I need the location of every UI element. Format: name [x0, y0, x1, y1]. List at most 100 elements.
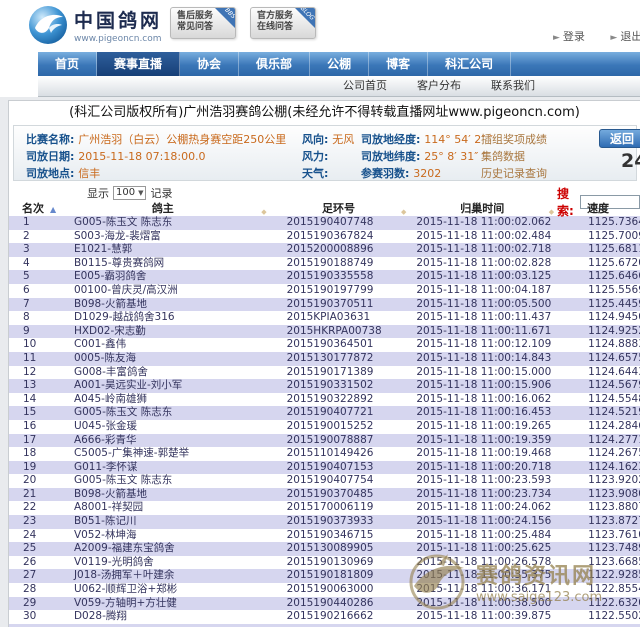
nav-item-公棚[interactable]: 公棚: [310, 52, 369, 76]
nav-item-科汇公司[interactable]: 科汇公司: [428, 52, 511, 76]
return-time-cell: 2015-11-18 11:00:23.593: [408, 474, 556, 488]
speed-cell: 1124.1623: [556, 461, 640, 475]
speed-cell: 1124.9450: [556, 311, 640, 325]
rank-cell: 29: [9, 597, 57, 611]
info-field: 司放地经度: 114° 54′ 2″ ″: [361, 131, 493, 147]
nav-item-赛事直播[interactable]: 赛事直播: [97, 52, 180, 76]
rank-cell: 5: [9, 270, 57, 284]
site-logo[interactable]: 中国鸽网 www.pigeoncn.com: [28, 5, 162, 45]
table-row: 26V0119-光明鸽舍20151901309692015-11-18 11:0…: [9, 556, 640, 570]
ring-number-cell: 2015190078887: [269, 434, 409, 448]
speed-cell: 1125.5569: [556, 284, 640, 298]
return-time-cell: 2015-11-18 11:00:12.109: [408, 338, 556, 352]
official-service-badge[interactable]: 官方服务 在线问答 BLOG: [250, 7, 316, 39]
info-value: 3202: [413, 167, 441, 180]
results-table-header: 名次▲ 鸽主◆ 足环号◆ 归巢时间◆ 速度: [9, 201, 640, 216]
after-sales-service-badge[interactable]: 售后服务 常见问答 BBS: [170, 7, 236, 39]
ring-number-cell: 2015190322892: [269, 393, 409, 407]
speed-cell: 1122.8554: [556, 583, 640, 597]
info-link-插组奖项成绩[interactable]: 插组奖项成绩: [481, 131, 547, 147]
subnav-item-联系我们[interactable]: 联系我们: [491, 76, 535, 96]
rank-cell: 17: [9, 434, 57, 448]
table-row: 3E1021-慧郭20152000088962015-11-18 11:00:0…: [9, 243, 640, 257]
ring-number-cell: 2015HKRPA00738: [269, 325, 409, 339]
table-row: 19G011-李怀谋20151904071532015-11-18 11:00:…: [9, 461, 640, 475]
speed-cell: 1124.2846: [556, 420, 640, 434]
ring-number-cell: 2015190130969: [269, 556, 409, 570]
chevron-down-icon: ▼: [138, 189, 143, 197]
info-link-历史记录查询[interactable]: 历史记录查询: [481, 165, 547, 181]
nav-item-首页[interactable]: 首页: [38, 52, 97, 76]
nav-item-俱乐部[interactable]: 俱乐部: [239, 52, 310, 76]
sort-icon: ◆: [401, 205, 406, 216]
table-row: 4B0115-尊贵赛鸽网20151901887492015-11-18 11:0…: [9, 257, 640, 271]
speed-cell: 1124.6443: [556, 366, 640, 380]
page-size-select[interactable]: 100▼: [113, 186, 146, 200]
table-row: 12G008-丰富鸽舍20151901713892015-11-18 11:00…: [9, 366, 640, 380]
table-row: 22A8001-祥契园20151700061192015-11-18 11:00…: [9, 501, 640, 515]
ring-number-cell: 2015190370511: [269, 298, 409, 312]
return-time-cell: 2015-11-18 11:00:19.359: [408, 434, 556, 448]
owner-cell: C001-鑫伟: [57, 338, 269, 352]
site-url: www.pigeoncn.com: [74, 34, 162, 44]
table-row: 18C5005-广集神速-郭楚举20151101494262015-11-18 …: [9, 447, 640, 461]
column-header-rank[interactable]: 名次▲: [9, 201, 57, 216]
subnav-item-公司首页[interactable]: 公司首页: [343, 76, 387, 96]
back-button[interactable]: 返回: [599, 129, 640, 148]
speed-cell: 1125.4459: [556, 298, 640, 312]
rank-cell: 2: [9, 230, 57, 244]
rank-cell: 25: [9, 542, 57, 556]
nav-item-协会[interactable]: 协会: [180, 52, 239, 76]
speed-cell: 1123.9202: [556, 474, 640, 488]
speed-cell: 1122.5502: [556, 610, 640, 624]
column-header-speed[interactable]: 速度: [556, 201, 640, 216]
info-link-集鸽数据[interactable]: 集鸽数据: [481, 148, 525, 164]
owner-cell: U062-顺辉卫浴+郑彬: [57, 583, 269, 597]
arrow-icon: ►: [610, 33, 617, 43]
rank-cell: 30: [9, 610, 57, 624]
table-row: 8D1029-越战鸽舍3162015KPIA036312015-11-18 11…: [9, 311, 640, 325]
rank-cell: 27: [9, 569, 57, 583]
return-time-cell: 2015-11-18 11:00:16.062: [408, 393, 556, 407]
ring-number-cell: 2015190373933: [269, 515, 409, 529]
logo-text: 中国鸽网 www.pigeoncn.com: [74, 6, 162, 44]
nav-item-博客[interactable]: 博客: [369, 52, 428, 76]
ring-number-cell: 2015190346715: [269, 529, 409, 543]
column-header-owner[interactable]: 鸽主◆: [57, 201, 269, 216]
info-label: 参赛羽数:: [361, 167, 413, 180]
subnav-item-客户分布[interactable]: 客户分布: [417, 76, 461, 96]
info-label: 司放地经度:: [361, 133, 424, 146]
rank-cell: 4: [9, 257, 57, 271]
return-time-cell: 2015-11-18 11:00:04.187: [408, 284, 556, 298]
speed-cell: 1124.5679: [556, 379, 640, 393]
info-label: 司放日期:: [26, 150, 78, 163]
info-field: 参赛羽数: 3202: [361, 165, 441, 181]
table-row: 14A045-岭南雄狮20151903228922015-11-18 11:00…: [9, 393, 640, 407]
owner-cell: D028-腾翔: [57, 610, 269, 624]
logout-link[interactable]: ►退出: [610, 30, 640, 43]
column-header-ring[interactable]: 足环号◆: [269, 201, 409, 216]
owner-cell: A001-昊远实业-刘小军: [57, 379, 269, 393]
ring-number-cell: 2015190181809: [269, 569, 409, 583]
ring-number-cell: 2015190364501: [269, 338, 409, 352]
info-field: 司放日期: 2015-11-18 07:18:00.0: [26, 148, 206, 164]
site-title: 中国鸽网: [74, 6, 162, 33]
column-header-return-time[interactable]: 归巢时间◆: [408, 201, 556, 216]
info-value: 25° 8′ 31″ ″: [424, 150, 486, 163]
speed-cell: 1123.8727: [556, 515, 640, 529]
table-row: 5E005-霸羽鸽舍20151903355582015-11-18 11:00:…: [9, 270, 640, 284]
rank-cell: 6: [9, 284, 57, 298]
owner-cell: J018-汤拥军＋叶建余: [57, 569, 269, 583]
login-link[interactable]: ►登录: [553, 30, 585, 43]
ring-number-cell: 2015130089905: [269, 542, 409, 556]
speed-cell: 1124.9252: [556, 325, 640, 339]
return-time-cell: 2015-11-18 11:00:25.625: [408, 542, 556, 556]
ring-number-cell: 2015190216662: [269, 610, 409, 624]
dove-logo-icon: [28, 5, 68, 45]
site-header: 中国鸽网 www.pigeoncn.com 售后服务 常见问答 BBS 官方服务…: [0, 0, 640, 52]
owner-cell: HXD02-宋志勤: [57, 325, 269, 339]
table-row: 2S003-海龙-裴熠富20151903678242015-11-18 11:0…: [9, 230, 640, 244]
ring-number-cell: 2015110149426: [269, 447, 409, 461]
return-time-cell: 2015-11-18 11:00:11.671: [408, 325, 556, 339]
sort-ascending-icon: ▲: [50, 205, 56, 214]
